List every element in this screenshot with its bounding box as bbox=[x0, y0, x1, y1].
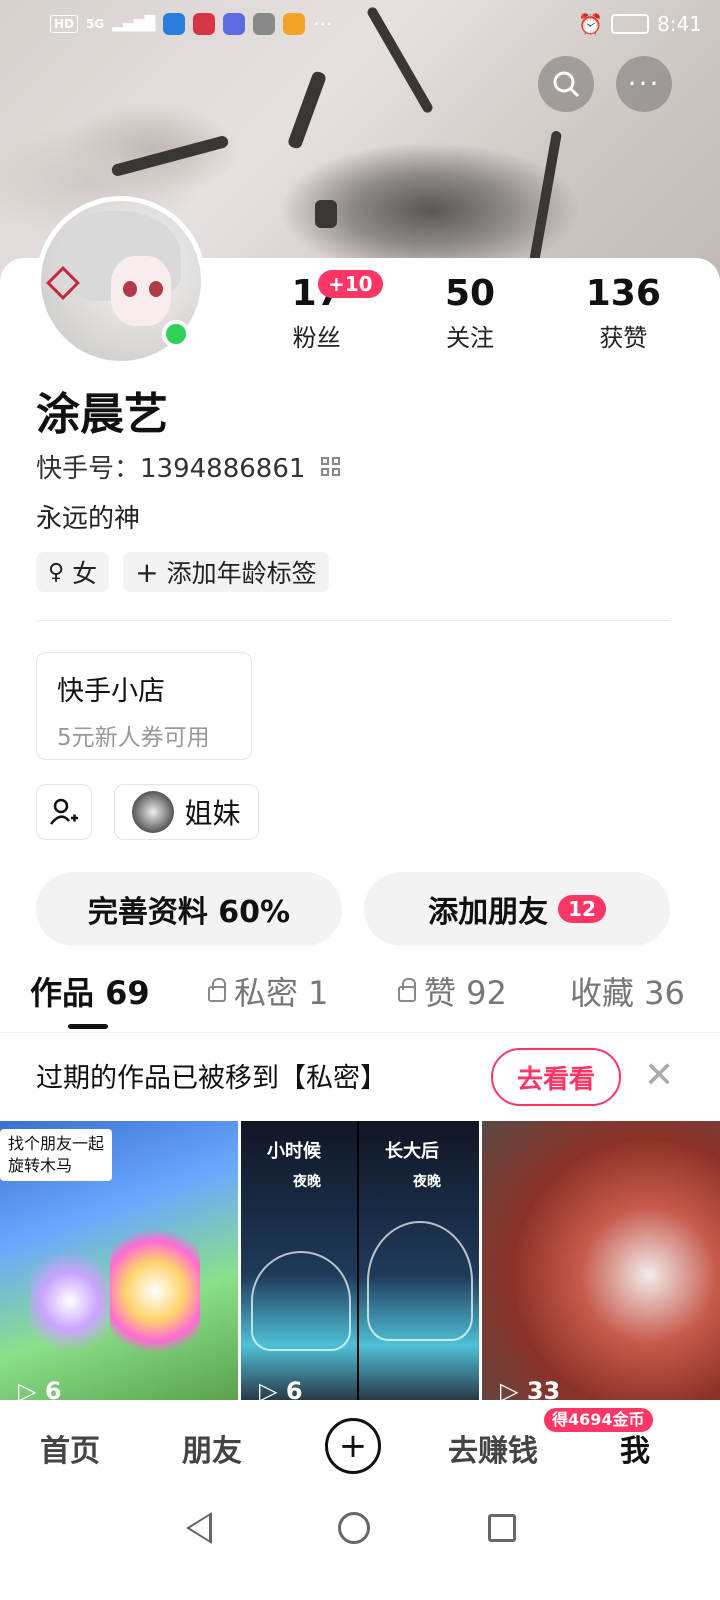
reader-app-icon bbox=[193, 13, 216, 35]
close-icon[interactable]: ✕ bbox=[644, 1058, 674, 1094]
fans-increase-badge: +10 bbox=[318, 270, 383, 298]
nav-home[interactable]: 首页 bbox=[40, 1426, 100, 1470]
video-overlay-left: 小时候 bbox=[267, 1141, 321, 1162]
video-thumbnail[interactable]: ▷ 33 bbox=[482, 1121, 720, 1401]
user-name: 涂晨艺 bbox=[36, 389, 168, 440]
fans-label: 粉丝 bbox=[292, 324, 341, 352]
video-overlay-sub: 夜晚 bbox=[413, 1174, 441, 1190]
following-count: 50 bbox=[444, 273, 496, 314]
tab-liked-label: 赞 92 bbox=[424, 974, 507, 1012]
add-contact-button[interactable] bbox=[36, 784, 92, 840]
coin-reward-badge: 得4694金币 bbox=[544, 1408, 653, 1432]
browser-app-icon bbox=[163, 13, 186, 35]
search-icon bbox=[553, 71, 580, 98]
tab-works-label: 作品 69 bbox=[30, 974, 150, 1012]
more-notifications-icon: ··· bbox=[313, 12, 333, 36]
qr-code-icon[interactable] bbox=[321, 457, 341, 476]
group-label: 姐妹 bbox=[184, 797, 241, 830]
alarm-icon: ⏰ bbox=[578, 12, 604, 36]
video-overlay-text: 找个朋友一起 旋转木马 bbox=[0, 1129, 113, 1181]
more-icon: ··· bbox=[627, 67, 661, 100]
shop-title: 快手小店 bbox=[57, 676, 165, 707]
tab-liked[interactable]: 赞 92 bbox=[398, 968, 507, 1014]
search-button[interactable] bbox=[538, 56, 594, 112]
add-friends-button[interactable]: 添加朋友 12 bbox=[364, 872, 670, 946]
tab-favorites[interactable]: 收藏 36 bbox=[570, 968, 685, 1014]
tab-favorites-label: 收藏 36 bbox=[570, 974, 685, 1012]
video-overlay-sub: 夜晚 bbox=[293, 1174, 321, 1190]
system-nav-bar bbox=[0, 1490, 720, 1600]
profile-tags: ♀ 女 + 添加年龄标签 bbox=[36, 552, 329, 592]
add-friends-count-badge: 12 bbox=[558, 895, 606, 923]
expired-notice-text: 过期的作品已被移到【私密】 bbox=[36, 1063, 387, 1094]
rabbit-app-icon bbox=[253, 13, 276, 35]
active-tab-indicator bbox=[68, 1024, 108, 1029]
video-grid: 找个朋友一起 旋转木马 ▷ 6 小时候 长大后 夜晚 夜晚 ▷ 6 ▷ 33 bbox=[0, 1121, 720, 1401]
more-options-button[interactable]: ··· bbox=[616, 56, 672, 112]
tab-works[interactable]: 作品 69 bbox=[30, 968, 150, 1014]
shop-subtitle: 5元新人券可用 bbox=[57, 725, 210, 751]
create-post-button[interactable]: + bbox=[325, 1418, 381, 1474]
following-label: 关注 bbox=[445, 324, 494, 352]
add-age-tag[interactable]: + 添加年龄标签 bbox=[123, 552, 329, 592]
tabs-divider bbox=[0, 1032, 720, 1033]
video-thumbnail[interactable]: 找个朋友一起 旋转木马 ▷ 6 bbox=[0, 1121, 238, 1401]
gender-tag-label: 女 bbox=[72, 559, 98, 588]
hd-indicator: HD bbox=[50, 15, 79, 33]
back-icon[interactable] bbox=[186, 1512, 212, 1544]
add-friends-label: 添加朋友 bbox=[428, 895, 549, 930]
nav-earn[interactable]: 去赚钱 bbox=[448, 1426, 538, 1470]
tab-private-label: 私密 1 bbox=[234, 974, 329, 1012]
complete-profile-label: 完善资料 60% bbox=[87, 895, 291, 930]
female-icon: ♀ bbox=[48, 559, 65, 585]
play-count: ▷ 6 bbox=[18, 1377, 62, 1401]
signal-bars-icon: ▂▄▆█ bbox=[112, 16, 156, 32]
gender-tag[interactable]: ♀ 女 bbox=[36, 552, 110, 592]
education-app-icon bbox=[223, 13, 246, 35]
nav-friends[interactable]: 朋友 bbox=[182, 1426, 242, 1470]
complete-profile-button[interactable]: 完善资料 60% bbox=[36, 872, 342, 946]
notes-app-icon bbox=[283, 13, 306, 35]
battery-icon bbox=[611, 14, 650, 34]
kuaishou-id-row[interactable]: 快手号：1394886861 bbox=[36, 448, 341, 485]
lock-icon bbox=[398, 978, 416, 1002]
group-sisters-button[interactable]: 姐妹 bbox=[114, 784, 259, 840]
video-thumbnail[interactable]: 小时候 长大后 夜晚 夜晚 ▷ 6 bbox=[241, 1121, 479, 1401]
content-tabs: 作品 69 私密 1 赞 92 收藏 36 bbox=[0, 968, 720, 1032]
plus-icon: + bbox=[135, 555, 159, 589]
add-age-tag-label: 添加年龄标签 bbox=[166, 559, 317, 588]
go-see-button[interactable]: 去看看 bbox=[491, 1048, 621, 1106]
lock-icon bbox=[208, 978, 226, 1002]
nav-me[interactable]: 我 bbox=[620, 1426, 650, 1470]
recent-apps-icon[interactable] bbox=[488, 1514, 516, 1542]
clock: 8:41 bbox=[657, 12, 702, 36]
divider bbox=[36, 620, 670, 621]
kuaishou-id: 快手号：1394886861 bbox=[36, 454, 306, 484]
play-count: ▷ 33 bbox=[500, 1377, 561, 1401]
tab-private[interactable]: 私密 1 bbox=[208, 968, 329, 1014]
video-overlay-right: 长大后 bbox=[385, 1141, 439, 1162]
stat-likes[interactable]: 136 获赞 bbox=[547, 272, 700, 353]
online-status-dot bbox=[162, 320, 190, 348]
status-bar: HD 5G ▂▄▆█ ··· ⏰ 8:41 bbox=[0, 0, 720, 48]
likes-count: 136 bbox=[585, 273, 661, 314]
plus-icon: + bbox=[338, 1426, 368, 1466]
user-bio: 永远的神 bbox=[36, 504, 141, 534]
profile-stats: 17 粉丝 50 关注 136 获赞 bbox=[240, 272, 700, 353]
group-avatar bbox=[132, 791, 175, 833]
home-icon[interactable] bbox=[338, 1512, 370, 1544]
stat-following[interactable]: 50 关注 bbox=[393, 272, 546, 353]
likes-label: 获赞 bbox=[599, 324, 648, 352]
kuaishou-shop-card[interactable]: 快手小店 5元新人券可用 bbox=[36, 652, 252, 760]
play-count: ▷ 6 bbox=[259, 1377, 303, 1401]
signal-indicator: 5G bbox=[86, 17, 105, 31]
add-user-icon bbox=[50, 798, 78, 825]
